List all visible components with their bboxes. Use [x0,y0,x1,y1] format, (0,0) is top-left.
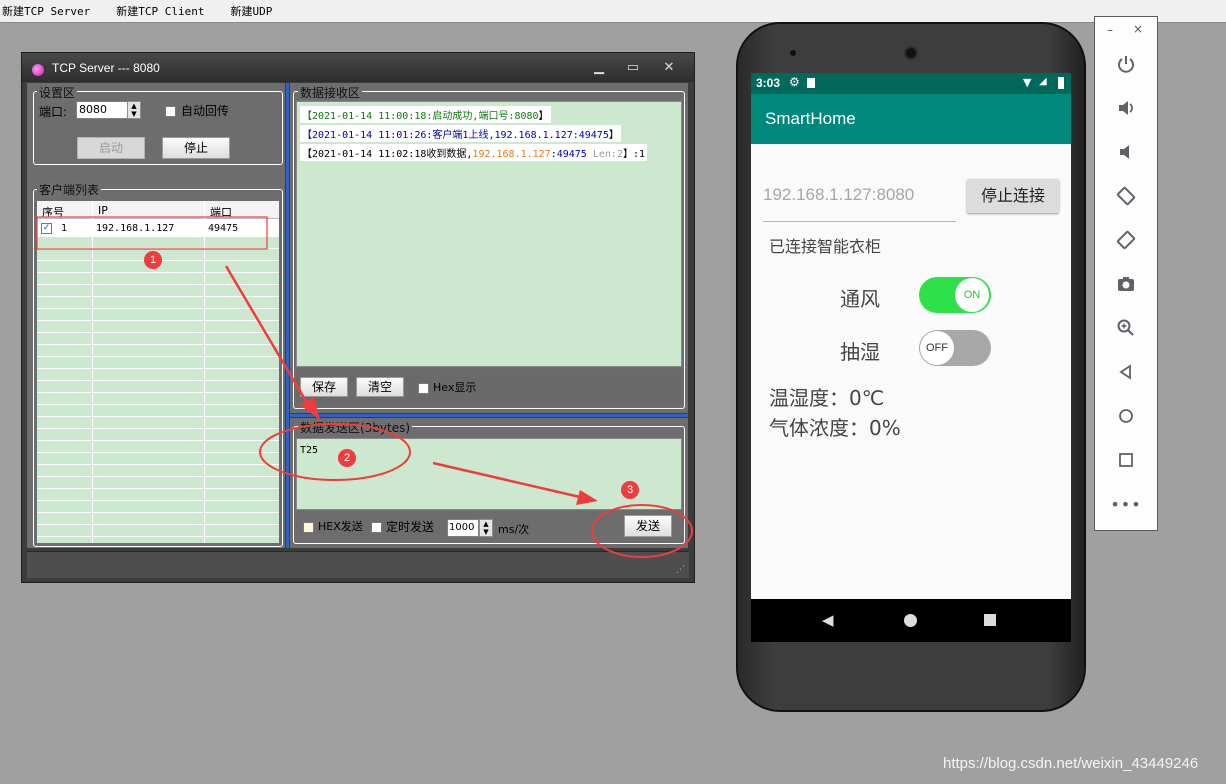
volume-down-icon[interactable] [1095,132,1157,172]
wifi-icon: ▼ [1023,76,1032,89]
nav-home-icon[interactable] [904,614,917,627]
address-underline [763,221,956,222]
rotate-left-icon[interactable] [1095,176,1157,216]
annotation-box-1 [36,216,268,250]
watermark: https://blog.csdn.net/weixin_43449246 [943,755,1199,772]
emulator-close-icon[interactable]: × [1133,22,1143,36]
status-time: 3:03 [756,76,781,90]
ventilation-switch[interactable]: ON [919,277,991,313]
gas-concentration-text: 气体浓度：0% [769,416,901,440]
address-input[interactable]: 192.168.1.127:8080 [763,185,914,205]
annotation-ellipse-2 [259,423,411,481]
home-icon[interactable] [1095,396,1157,436]
earpiece-icon [904,46,918,60]
annotation-ellipse-3 [591,504,693,558]
ventilation-label: 通风 [840,287,880,311]
app-bar: SmartHome [751,94,1071,144]
camera-icon[interactable] [1095,264,1157,304]
annotation-badge-1: 1 [144,251,162,269]
annotation-arrow-1 [224,265,312,409]
connection-status: 已连接智能衣柜 [769,237,882,256]
nav-overview-icon[interactable] [984,614,996,626]
annotation-arrow-2 [432,461,581,499]
signal-icon: ◢ [1039,76,1047,87]
annotation-badge-3: 3 [621,481,639,499]
settings-gear-icon: ⚙ [789,75,800,89]
temp-humidity-text: 温湿度：0℃ [769,386,885,410]
annotation-badge-2: 2 [338,449,356,467]
overview-icon[interactable] [1095,440,1157,480]
rotate-right-icon[interactable] [1095,220,1157,260]
nav-back-icon[interactable]: ◀ [822,611,834,629]
ventilation-switch-thumb: ON [955,278,989,312]
nav-bar: ◀ [751,599,1071,642]
annotation-arrowhead-1 [300,397,320,420]
power-icon[interactable] [1095,44,1157,84]
dehumidify-label: 抽湿 [840,340,880,364]
zoom-icon[interactable] [1095,308,1157,348]
volume-up-icon[interactable] [1095,88,1157,128]
phone-screen: 3:03 ⚙ ▼ ◢ SmartHome 192.168.1.127:8080 … [751,73,1071,642]
dehumidify-switch[interactable]: OFF [919,330,991,366]
disconnect-button[interactable]: 停止连接 [967,179,1059,213]
sd-card-icon [807,78,815,88]
annotation-arrowhead-2 [576,490,598,505]
emulator-toolbar: – × ••• [1094,16,1158,531]
back-icon[interactable] [1095,352,1157,392]
emulator-minimize-icon[interactable]: – [1107,23,1113,37]
status-bar: 3:03 ⚙ ▼ ◢ [751,73,1071,94]
app-title: SmartHome [765,109,856,128]
more-icon[interactable]: ••• [1095,484,1157,524]
dehumidify-switch-thumb: OFF [920,331,954,365]
front-camera-icon [790,50,796,56]
battery-icon [1058,77,1064,89]
